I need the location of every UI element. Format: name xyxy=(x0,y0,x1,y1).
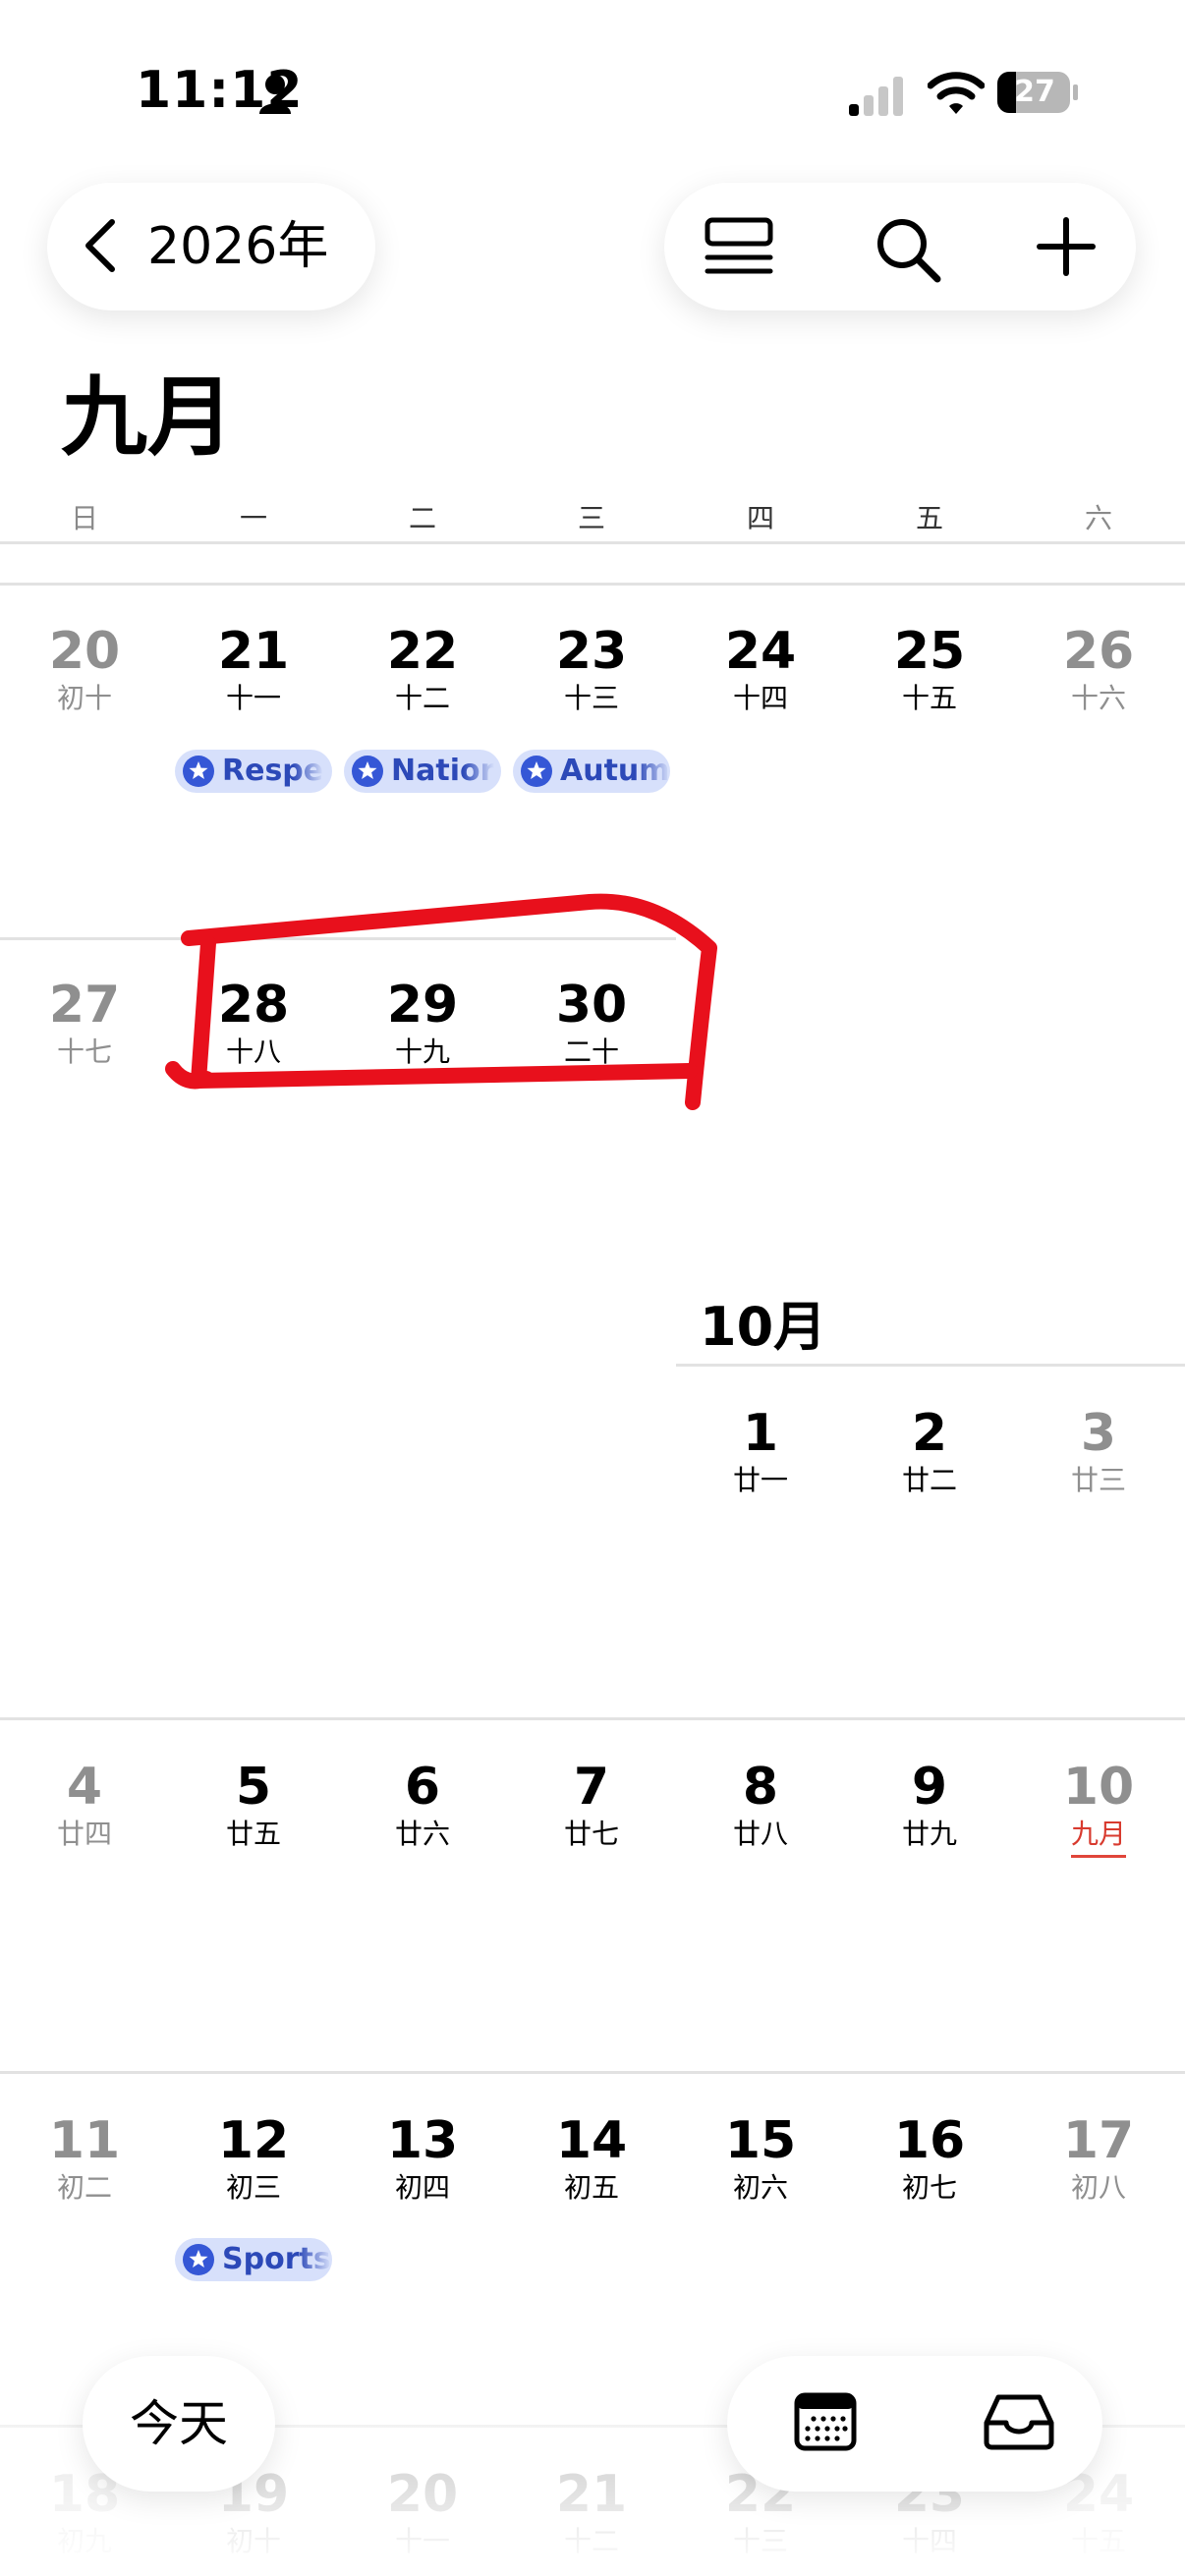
star-icon xyxy=(352,756,383,787)
calendar-view-icon[interactable] xyxy=(794,2389,857,2452)
add-icon[interactable] xyxy=(1036,216,1097,277)
week-divider xyxy=(0,2071,1185,2074)
event-chip[interactable]: Autum xyxy=(513,750,670,793)
day-cell[interactable]: 6 廿六 xyxy=(338,1757,507,1851)
day-cell[interactable]: 27 十七 xyxy=(0,975,169,1069)
day-cell[interactable]: 7 廿七 xyxy=(507,1757,676,1851)
weekday-fri: 五 xyxy=(915,502,943,534)
day-cell[interactable]: 3 廿三 xyxy=(1014,1403,1183,1497)
weekday-sun: 日 xyxy=(70,502,98,534)
day-cell[interactable]: 5 廿五 xyxy=(169,1757,338,1851)
day-cell[interactable]: 2 廿二 xyxy=(845,1403,1014,1497)
week-divider xyxy=(0,937,676,940)
star-icon xyxy=(521,756,552,787)
inbox-icon[interactable] xyxy=(983,2393,1055,2450)
week-divider xyxy=(0,583,1185,586)
year-label: 2026年 xyxy=(147,217,329,276)
day-cell[interactable]: 4 廿四 xyxy=(0,1757,169,1851)
weekday-tue: 二 xyxy=(408,502,436,534)
battery-level: 27 xyxy=(1014,75,1055,109)
day-cell[interactable]: 26 十六 xyxy=(1014,621,1183,715)
weekday-divider xyxy=(0,541,1185,544)
day-cell[interactable]: 30 二十 xyxy=(507,975,676,1069)
event-chip[interactable]: Natior xyxy=(344,750,501,793)
day-cell[interactable]: 21 十一 xyxy=(169,621,338,715)
event-chip[interactable]: Sports xyxy=(175,2238,332,2281)
month-title: 九月 xyxy=(61,366,235,468)
star-icon xyxy=(183,2244,214,2275)
day-cell[interactable]: 14 初五 xyxy=(507,2110,676,2205)
week-divider xyxy=(0,1717,1185,1720)
event-chip[interactable]: Respe xyxy=(175,750,332,793)
day-cell[interactable]: 8 廿八 xyxy=(676,1757,845,1851)
day-cell[interactable]: 23 十三 xyxy=(507,621,676,715)
day-cell[interactable]: 13 初四 xyxy=(338,2110,507,2205)
weekday-thu: 四 xyxy=(746,502,774,534)
day-cell[interactable]: 10 九月 xyxy=(1014,1757,1183,1858)
day-cell[interactable]: 20 初十 xyxy=(0,621,169,715)
signal-icon xyxy=(849,77,903,116)
day-cell[interactable]: 24 十四 xyxy=(676,621,845,715)
day-cell[interactable]: 28 十八 xyxy=(169,975,338,1069)
search-icon[interactable] xyxy=(875,216,941,283)
weekday-wed: 三 xyxy=(577,502,605,534)
list-view-icon[interactable] xyxy=(704,216,774,277)
day-cell[interactable]: 29 十九 xyxy=(338,975,507,1069)
month-label-october: 10月 xyxy=(700,1296,827,1358)
weekday-mon: 一 xyxy=(239,502,267,534)
month-divider xyxy=(676,1364,1185,1367)
holiday-lunar-label: 九月 xyxy=(1070,1818,1126,1858)
day-cell[interactable]: 15 初六 xyxy=(676,2110,845,2205)
day-cell[interactable]: 11 初二 xyxy=(0,2110,169,2205)
day-cell[interactable]: 1 廿一 xyxy=(676,1403,845,1497)
day-cell[interactable]: 17 初八 xyxy=(1014,2110,1183,2205)
day-cell[interactable]: 25 十五 xyxy=(845,621,1014,715)
today-button-label: 今天 xyxy=(130,2395,228,2452)
wifi-icon xyxy=(928,72,985,114)
weekday-sat: 六 xyxy=(1084,502,1112,534)
chevron-left-icon xyxy=(85,219,115,272)
day-cell[interactable]: 12 初三 xyxy=(169,2110,338,2205)
day-cell[interactable]: 22 十二 xyxy=(338,621,507,715)
day-cell[interactable]: 16 初七 xyxy=(845,2110,1014,2205)
day-cell[interactable]: 9 廿九 xyxy=(845,1757,1014,1851)
person-icon xyxy=(259,75,291,114)
star-icon xyxy=(183,756,214,787)
